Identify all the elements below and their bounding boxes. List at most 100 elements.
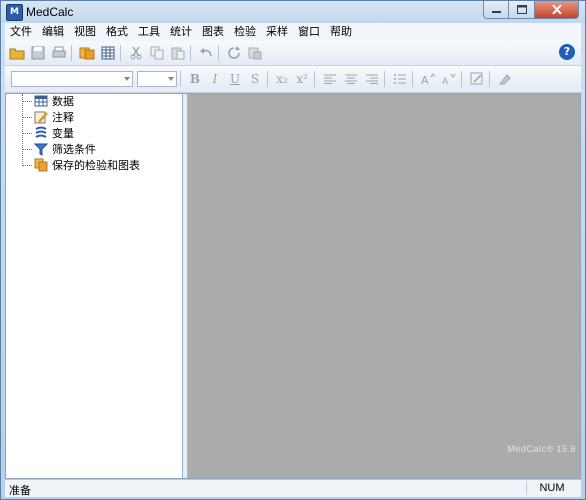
variables-icon bbox=[35, 126, 47, 138]
filter-icon bbox=[34, 143, 48, 156]
spreadsheet-icon bbox=[101, 46, 115, 60]
tree-item-filters[interactable]: 筛选条件 bbox=[14, 141, 96, 157]
close-button[interactable] bbox=[535, 1, 579, 19]
clear-format-button[interactable] bbox=[496, 70, 514, 88]
main-area: 数据 注释 变量 筛选条件 保存的检验和图表 MedCalc® 15.8 bbox=[5, 93, 581, 479]
align-center-button[interactable] bbox=[342, 70, 360, 88]
paste-button[interactable] bbox=[169, 44, 187, 62]
minimize-icon bbox=[491, 11, 501, 13]
tree-branch bbox=[22, 116, 32, 118]
save-button[interactable] bbox=[29, 44, 47, 62]
toolbar-separator bbox=[71, 45, 72, 61]
menu-bar: 文件 编辑 视图 格式 工具 统计 图表 检验 采样 窗口 帮助 bbox=[5, 23, 581, 41]
undo-button[interactable] bbox=[197, 44, 215, 62]
tree-branch bbox=[22, 100, 32, 102]
underline-button[interactable]: U bbox=[226, 70, 244, 88]
note-pencil-icon bbox=[34, 111, 48, 124]
bullet-list-icon bbox=[394, 74, 406, 84]
tree-item-notes[interactable]: 注释 bbox=[14, 109, 74, 125]
version-watermark: MedCalc® 15.8 bbox=[507, 444, 576, 454]
tree-item-label: 保存的检验和图表 bbox=[52, 160, 140, 172]
bold-button[interactable]: B bbox=[186, 70, 204, 88]
toolbar-separator bbox=[190, 45, 191, 61]
font-shrink-icon: A bbox=[442, 73, 456, 85]
copy-icon bbox=[150, 46, 164, 60]
tree-item-data[interactable]: 数据 bbox=[14, 93, 74, 109]
align-right-icon bbox=[366, 74, 378, 84]
tree-item-label: 数据 bbox=[52, 96, 74, 108]
menu-graphs[interactable]: 图表 bbox=[197, 23, 229, 41]
tree-item-label: 注释 bbox=[52, 112, 74, 124]
font-grow-button[interactable]: A bbox=[419, 70, 437, 88]
title-bar[interactable]: M MedCalc bbox=[1, 1, 585, 23]
maximize-icon bbox=[516, 5, 527, 14]
toolbar-separator bbox=[218, 45, 219, 61]
tree-item-variables[interactable]: 变量 bbox=[14, 125, 74, 141]
tree-branch bbox=[22, 132, 32, 134]
align-left-button[interactable] bbox=[321, 70, 339, 88]
cut-icon bbox=[130, 46, 142, 60]
spreadsheet-button[interactable] bbox=[99, 44, 117, 62]
toolbar-separator bbox=[180, 71, 181, 87]
print-button[interactable] bbox=[50, 44, 68, 62]
redo-icon bbox=[228, 46, 240, 59]
menu-view[interactable]: 视图 bbox=[69, 23, 101, 41]
save-icon bbox=[31, 46, 45, 60]
redo-button[interactable] bbox=[225, 44, 243, 62]
font-family-combo[interactable] bbox=[11, 71, 133, 87]
menu-tools[interactable]: 工具 bbox=[133, 23, 165, 41]
tree-item-label: 筛选条件 bbox=[52, 144, 96, 156]
num-lock-indicator: NUM bbox=[526, 481, 577, 495]
menu-statistics[interactable]: 统计 bbox=[165, 23, 197, 41]
menu-help[interactable]: 帮助 bbox=[325, 23, 357, 41]
tree-item-saved-tests[interactable]: 保存的检验和图表 bbox=[14, 157, 140, 173]
clear-format-icon bbox=[498, 74, 511, 85]
open-button[interactable] bbox=[8, 44, 26, 62]
table-icon bbox=[34, 95, 48, 107]
copy-data-icon bbox=[79, 47, 95, 60]
cut-button[interactable] bbox=[127, 44, 145, 62]
menu-tests[interactable]: 检验 bbox=[229, 23, 261, 41]
bullet-list-button[interactable] bbox=[391, 70, 409, 88]
saved-charts-icon bbox=[34, 158, 48, 172]
clipboard-button[interactable] bbox=[246, 44, 264, 62]
align-center-icon bbox=[345, 74, 357, 84]
svg-text:A: A bbox=[421, 74, 429, 85]
status-bar: 准备 NUM bbox=[5, 479, 581, 497]
tree-item-label: 变量 bbox=[52, 128, 74, 140]
print-icon bbox=[52, 46, 66, 58]
menu-format[interactable]: 格式 bbox=[101, 23, 133, 41]
maximize-button[interactable] bbox=[509, 1, 535, 19]
help-icon: ? bbox=[563, 45, 571, 58]
window-controls bbox=[483, 1, 579, 19]
chevron-down-icon bbox=[168, 77, 174, 81]
help-button[interactable]: ? bbox=[559, 44, 575, 60]
font-size-combo[interactable] bbox=[137, 71, 177, 87]
menu-window[interactable]: 窗口 bbox=[293, 23, 325, 41]
open-folder-icon bbox=[9, 48, 25, 60]
toolbar-separator bbox=[461, 71, 462, 87]
edit-format-icon bbox=[470, 72, 483, 85]
menu-file[interactable]: 文件 bbox=[5, 23, 37, 41]
edit-format-button[interactable] bbox=[468, 70, 486, 88]
superscript-button[interactable]: x² bbox=[293, 70, 311, 88]
contents-tree: 数据 注释 变量 筛选条件 保存的检验和图表 bbox=[6, 94, 183, 478]
copy-data-button[interactable] bbox=[78, 44, 96, 62]
workspace-area: MedCalc® 15.8 bbox=[188, 94, 580, 478]
paste-icon bbox=[171, 47, 185, 60]
toolbar-separator bbox=[384, 71, 385, 87]
format-toolbar: B I U S x₂ x² A A bbox=[5, 66, 581, 93]
strike-button[interactable]: S bbox=[246, 70, 264, 88]
minimize-button[interactable] bbox=[483, 1, 509, 19]
svg-text:A: A bbox=[442, 77, 449, 85]
toolbar-separator bbox=[120, 45, 121, 61]
subscript-button[interactable]: x₂ bbox=[273, 70, 291, 88]
align-right-button[interactable] bbox=[363, 70, 381, 88]
menu-sampling[interactable]: 采样 bbox=[261, 23, 293, 41]
chevron-down-icon bbox=[124, 77, 130, 81]
copy-button[interactable] bbox=[148, 44, 166, 62]
menu-edit[interactable]: 编辑 bbox=[37, 23, 69, 41]
tree-branch bbox=[22, 148, 32, 150]
italic-button[interactable]: I bbox=[206, 70, 224, 88]
font-shrink-button[interactable]: A bbox=[440, 70, 458, 88]
